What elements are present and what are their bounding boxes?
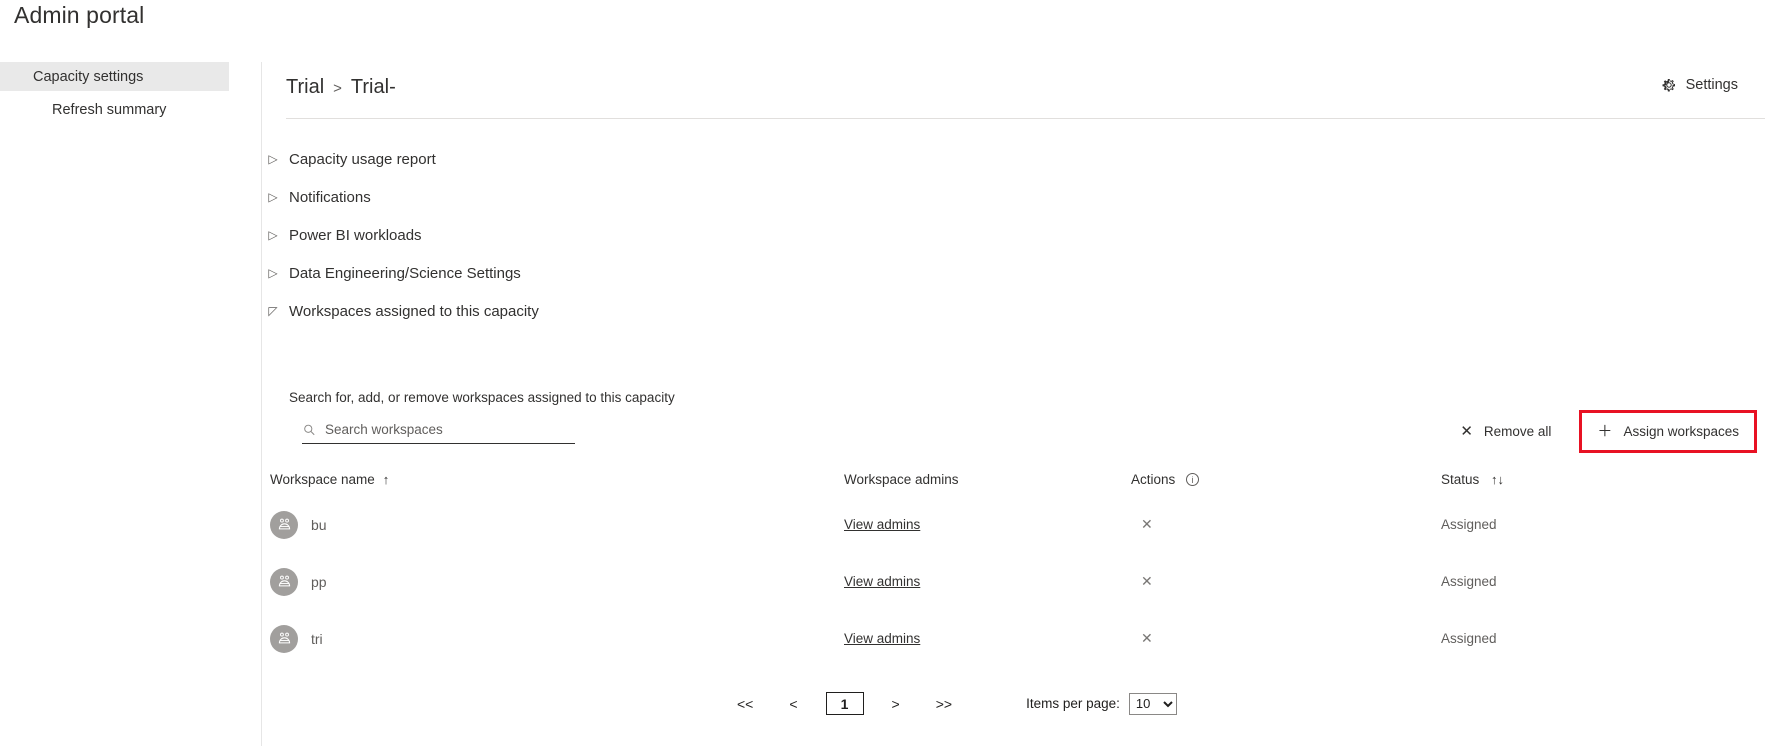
plus-icon: ＋ (1597, 423, 1613, 440)
workspaces-command-bar: ✕ Remove all ＋ Assign workspaces (1446, 410, 1757, 453)
sidebar-item-label: Refresh summary (52, 101, 167, 118)
column-label: Status (1441, 471, 1480, 487)
view-admins-link[interactable]: View admins (844, 574, 920, 589)
table-row[interactable]: bu View admins ✕ Assigned (262, 496, 1767, 553)
breadcrumb-row: Trial > Trial- Settings (262, 62, 1767, 118)
settings-sections: Capacity usage report Notifications Powe… (262, 140, 1767, 330)
breadcrumb-separator-icon: > (333, 79, 342, 97)
workspace-name-text: tri (311, 630, 323, 647)
remove-all-label: Remove all (1483, 424, 1552, 439)
close-icon: ✕ (1460, 423, 1473, 440)
breadcrumb: Trial > Trial- (286, 62, 396, 112)
remove-workspace-icon[interactable]: ✕ (1135, 514, 1159, 535)
chevron-down-icon (266, 305, 280, 317)
chevron-right-icon (266, 191, 280, 203)
header-divider (286, 118, 1765, 119)
section-label: Workspaces assigned to this capacity (289, 302, 539, 320)
assign-workspaces-label: Assign workspaces (1623, 424, 1739, 439)
cell-workspace-admins: View admins (844, 631, 1131, 646)
search-icon (302, 423, 319, 438)
sort-toggle-icon: ↑↓ (1491, 471, 1505, 487)
sidebar-item-label: Capacity settings (33, 68, 144, 85)
status-badge: Assigned (1441, 574, 1497, 589)
page-number-input[interactable]: 1 (825, 692, 864, 715)
main-content: Trial > Trial- Settings Capacity usage r… (262, 62, 1767, 746)
cell-actions: ✕ (1131, 514, 1441, 535)
column-header-workspace-name[interactable]: Workspace name ↑ (262, 472, 844, 487)
chevron-right-icon (266, 267, 280, 279)
next-page-button[interactable]: > (884, 693, 908, 715)
first-page-button[interactable]: << (729, 693, 761, 715)
cell-workspace-name: bu (262, 510, 844, 539)
column-label: Workspace name (270, 471, 375, 487)
section-data-engineering-science-settings[interactable]: Data Engineering/Science Settings (262, 254, 1767, 292)
table-row[interactable]: pp View admins ✕ Assigned (262, 553, 1767, 610)
section-power-bi-workloads[interactable]: Power BI workloads (262, 216, 1767, 254)
section-workspaces-assigned[interactable]: Workspaces assigned to this capacity (262, 292, 1767, 330)
column-label: Actions (1131, 471, 1176, 487)
previous-page-button[interactable]: < (781, 693, 805, 715)
chevron-right-icon (266, 229, 280, 241)
workspaces-description: Search for, add, or remove workspaces as… (289, 390, 675, 405)
group-icon (270, 624, 298, 653)
section-label: Capacity usage report (289, 150, 436, 168)
cell-workspace-admins: View admins (844, 574, 1131, 589)
gear-icon (1661, 77, 1677, 93)
cell-workspace-name: tri (262, 624, 844, 653)
view-admins-link[interactable]: View admins (844, 631, 920, 646)
remove-workspace-icon[interactable]: ✕ (1135, 571, 1159, 592)
search-input[interactable] (323, 421, 559, 440)
column-header-actions: Actions i (1131, 472, 1441, 487)
workspace-name-text: bu (311, 516, 327, 533)
sidebar-item-refresh-summary[interactable]: Refresh summary (0, 95, 261, 124)
status-badge: Assigned (1441, 631, 1497, 646)
cell-actions: ✕ (1131, 571, 1441, 592)
pagination: << < 1 > >> Items per page: 102550100 (262, 692, 1767, 715)
assign-workspaces-highlight: ＋ Assign workspaces (1579, 410, 1757, 453)
group-icon (270, 567, 298, 596)
settings-button[interactable]: Settings (1657, 73, 1742, 97)
table-header-row: Workspace name ↑ Workspace admins Action… (262, 462, 1767, 496)
cell-status: Assigned (1441, 574, 1741, 589)
column-header-status[interactable]: Status ↑↓ (1441, 472, 1741, 487)
search-workspaces-field[interactable] (302, 418, 575, 444)
workspace-name-text: pp (311, 573, 327, 590)
section-notifications[interactable]: Notifications (262, 178, 1767, 216)
items-per-page-label: Items per page: (1026, 696, 1120, 711)
info-icon[interactable]: i (1186, 472, 1200, 486)
section-label: Power BI workloads (289, 226, 422, 244)
cell-workspace-name: pp (262, 567, 844, 596)
sidebar: Capacity settings Refresh summary (0, 62, 262, 746)
section-label: Notifications (289, 188, 371, 206)
assign-workspaces-button[interactable]: ＋ Assign workspaces (1592, 421, 1744, 442)
last-page-button[interactable]: >> (928, 693, 960, 715)
remove-all-button[interactable]: ✕ Remove all (1446, 413, 1565, 450)
items-per-page-select[interactable]: 102550100 (1128, 692, 1177, 715)
cell-status: Assigned (1441, 517, 1741, 532)
breadcrumb-current[interactable]: Trial- (351, 76, 396, 99)
group-icon (270, 510, 298, 539)
admin-portal-page: Admin portal Capacity settings Refresh s… (0, 0, 1767, 746)
workspaces-table: Workspace name ↑ Workspace admins Action… (262, 462, 1767, 667)
remove-workspace-icon[interactable]: ✕ (1135, 628, 1159, 649)
table-row[interactable]: tri View admins ✕ Assigned (262, 610, 1767, 667)
section-capacity-usage-report[interactable]: Capacity usage report (262, 140, 1767, 178)
status-badge: Assigned (1441, 517, 1497, 532)
breadcrumb-root[interactable]: Trial (286, 76, 324, 99)
column-label: Workspace admins (844, 471, 959, 487)
page-title: Admin portal (14, 2, 145, 28)
chevron-right-icon (266, 153, 280, 165)
section-label: Data Engineering/Science Settings (289, 264, 521, 282)
cell-status: Assigned (1441, 631, 1741, 646)
sort-ascending-icon: ↑ (382, 471, 390, 487)
settings-label: Settings (1685, 77, 1738, 93)
cell-workspace-admins: View admins (844, 517, 1131, 532)
view-admins-link[interactable]: View admins (844, 517, 920, 532)
column-header-workspace-admins: Workspace admins (844, 472, 1131, 487)
cell-actions: ✕ (1131, 628, 1441, 649)
sidebar-item-capacity-settings[interactable]: Capacity settings (0, 62, 229, 91)
